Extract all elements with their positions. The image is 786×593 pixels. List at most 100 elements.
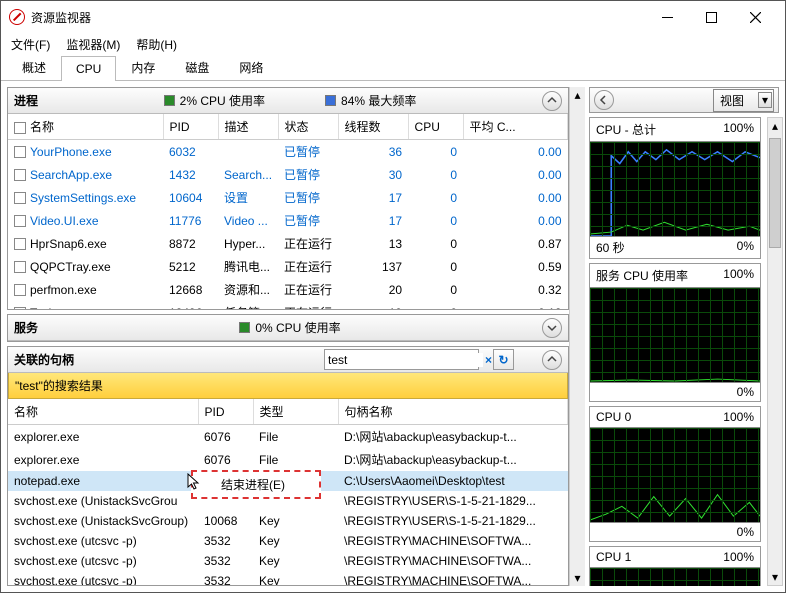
collapse-handles-button[interactable] (542, 350, 562, 370)
scroll-up-icon[interactable]: ▴ (570, 87, 585, 103)
row-checkbox[interactable] (14, 215, 26, 227)
tab-memory[interactable]: 内存 (116, 53, 170, 81)
cpu-usage-icon (164, 95, 175, 106)
tabstrip: 概述 CPU 内存 磁盘 网络 (1, 55, 785, 81)
menubar: 文件(F) 监视器(M) 帮助(H) (1, 33, 785, 55)
col-pid[interactable]: PID (163, 114, 218, 140)
select-all-checkbox[interactable] (14, 122, 26, 134)
handles-panel: 关联的句柄 × ↻ "test"的搜索结果 名称 PID 类型 (7, 346, 569, 586)
graph-title: CPU 0 (596, 410, 631, 424)
processes-table[interactable]: 名称 PID 描述 状态 线程数 CPU 平均 C... YourPhone.e… (8, 114, 568, 309)
scroll-up-icon[interactable]: ▴ (768, 118, 782, 134)
col-threads[interactable]: 线程数 (338, 114, 408, 140)
cpu-usage-label: 2% CPU 使用率 (180, 92, 265, 109)
row-checkbox[interactable] (14, 192, 26, 204)
scrollbar-thumb[interactable] (769, 138, 781, 248)
tab-disk[interactable]: 磁盘 (170, 53, 224, 81)
search-results-bar: "test"的搜索结果 (8, 373, 568, 399)
table-row[interactable]: explorer.exe6076FileD:\网站\abackup\easyba… (8, 448, 568, 471)
titlebar: 资源监视器 (1, 1, 785, 33)
graph-block: CPU 0 100% 0% (589, 406, 761, 542)
table-row[interactable]: svchost.exe (utcsvc -p)3532Key\REGISTRY\… (8, 571, 568, 585)
svc-cpu-icon (239, 322, 250, 333)
menu-monitor[interactable]: 监视器(M) (62, 34, 124, 55)
col-desc[interactable]: 描述 (218, 114, 278, 140)
row-checkbox[interactable] (14, 238, 26, 250)
tab-network[interactable]: 网络 (224, 53, 278, 81)
table-row[interactable]: explorer.exe6076FileD:\网站\abackup\easyba… (8, 425, 568, 449)
graph-canvas (590, 567, 760, 586)
table-row[interactable]: SearchApp.exe1432Search...已暂停3000.00 (8, 163, 568, 186)
scroll-down-icon[interactable]: ▾ (570, 570, 585, 586)
services-title: 服务 (14, 319, 38, 336)
graph-title: CPU 1 (596, 550, 631, 564)
max-freq-label: 84% 最大频率 (341, 92, 416, 109)
context-menu: 结束进程(E) (191, 470, 321, 499)
table-row[interactable]: perfmon.exe12668资源和...正在运行2000.32 (8, 278, 568, 301)
ctx-end-process[interactable]: 结束进程(E) (193, 472, 319, 497)
table-row[interactable]: Taskmgr.exe12496任务管...正在运行1900.18 (8, 301, 568, 309)
col-cpu[interactable]: CPU (408, 114, 463, 140)
graph-canvas (590, 141, 760, 237)
table-row[interactable]: Video.UI.exe11776Video ...已暂停1700.00 (8, 209, 568, 232)
refresh-search-button[interactable]: ↻ (493, 349, 514, 370)
graph-max: 100% (723, 410, 754, 424)
services-panel: 服务 0% CPU 使用率 (7, 314, 569, 342)
handles-search-box: × (324, 349, 479, 370)
row-checkbox[interactable] (14, 169, 26, 181)
processes-title: 进程 (14, 92, 38, 109)
row-checkbox[interactable] (14, 261, 26, 273)
table-row[interactable]: HprSnap6.exe8872Hyper...正在运行1300.87 (8, 232, 568, 255)
graph-canvas (590, 427, 760, 523)
col-status[interactable]: 状态 (278, 114, 338, 140)
row-checkbox[interactable] (14, 284, 26, 296)
graphs-scrollbar[interactable]: ▴ ▾ (767, 117, 783, 586)
graph-max: 100% (723, 550, 754, 564)
close-button[interactable] (733, 2, 777, 32)
collapse-services-button[interactable] (542, 318, 562, 338)
dropdown-arrow-icon: ▾ (758, 92, 772, 108)
app-icon (9, 9, 25, 25)
hcol-pid[interactable]: PID (198, 399, 253, 425)
tab-cpu[interactable]: CPU (61, 56, 116, 81)
graph-block: CPU - 总计100%60 秒0% (589, 117, 761, 259)
left-scrollbar[interactable]: ▴ ▾ (569, 87, 585, 586)
graph-foot-right: 0% (737, 525, 754, 539)
menu-help[interactable]: 帮助(H) (132, 34, 181, 55)
graphs-header: 视图 ▾ (589, 87, 779, 113)
minimize-button[interactable] (645, 2, 689, 32)
graph-title: 服务 CPU 使用率 (596, 267, 688, 284)
graph-max: 100% (723, 267, 754, 284)
graph-canvas (590, 287, 760, 383)
maximize-button[interactable] (689, 2, 733, 32)
table-row[interactable]: svchost.exe (UnistackSvcGroup)10068Key\R… (8, 511, 568, 531)
collapse-processes-button[interactable] (542, 91, 562, 111)
scroll-down-icon[interactable]: ▾ (768, 569, 782, 585)
max-freq-icon (325, 95, 336, 106)
table-row[interactable]: QQPCTray.exe5212腾讯电...正在运行13700.59 (8, 255, 568, 278)
table-row[interactable]: svchost.exe (utcsvc -p)3532Key\REGISTRY\… (8, 551, 568, 571)
handles-search-input[interactable] (328, 353, 483, 367)
row-checkbox[interactable] (14, 307, 26, 309)
window-title: 资源监视器 (31, 9, 645, 26)
graph-max: 100% (723, 121, 754, 138)
menu-file[interactable]: 文件(F) (7, 34, 54, 55)
table-row[interactable]: SystemSettings.exe10604设置已暂停1700.00 (8, 186, 568, 209)
graph-foot-right: 0% (737, 385, 754, 399)
hcol-hname[interactable]: 句柄名称 (338, 399, 568, 425)
table-row[interactable]: svchost.exe (utcsvc -p)3532Key\REGISTRY\… (8, 531, 568, 551)
svc-cpu-label: 0% CPU 使用率 (255, 319, 340, 336)
collapse-graphs-button[interactable] (594, 90, 614, 110)
col-avg[interactable]: 平均 C... (463, 114, 567, 140)
graph-foot-left: 60 秒 (596, 239, 625, 256)
graph-foot-right: 0% (737, 239, 754, 256)
table-row[interactable]: YourPhone.exe6032已暂停3600.00 (8, 140, 568, 164)
graph-block: 服务 CPU 使用率 100% 0% (589, 263, 761, 402)
tab-overview[interactable]: 概述 (7, 53, 61, 81)
view-dropdown[interactable]: 视图 ▾ (713, 89, 774, 112)
hcol-name[interactable]: 名称 (8, 399, 198, 425)
row-checkbox[interactable] (14, 146, 26, 158)
col-name: 名称 (8, 114, 163, 140)
graph-block: CPU 1 100% (589, 546, 761, 586)
hcol-type[interactable]: 类型 (253, 399, 338, 425)
